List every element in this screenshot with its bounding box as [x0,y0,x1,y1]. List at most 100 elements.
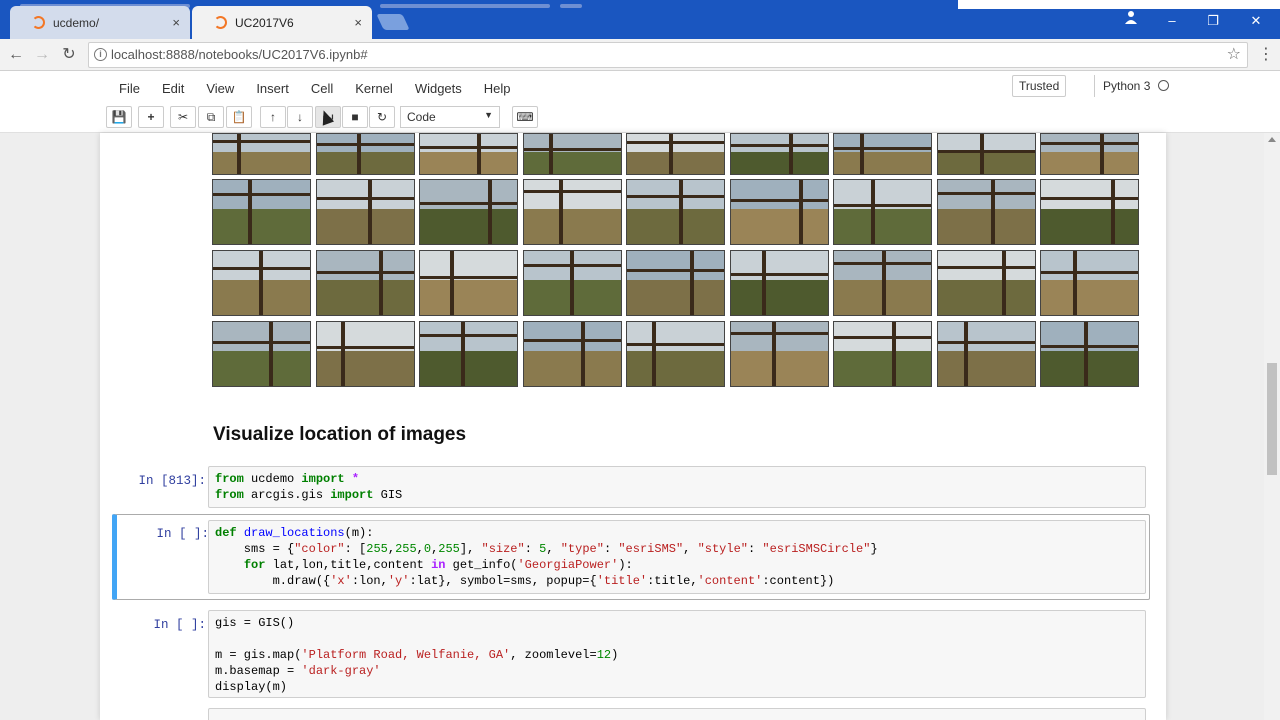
url-text: localhost:8888/notebooks/UC2017V6.ipynb# [111,47,368,62]
minimize-button[interactable]: – [1162,13,1182,28]
tab-title: UC2017V6 [235,15,294,30]
image-thumbnail [419,321,518,387]
menubar: File Edit View Insert Cell Kernel Widget… [108,75,522,103]
image-thumbnail [936,321,1036,387]
code-input[interactable]: def draw_locations(m): sms = {"color": [… [208,520,1146,594]
info-icon[interactable]: i [94,48,107,61]
image-thumbnail [419,179,518,245]
close-icon[interactable]: × [172,15,180,30]
image-thumbnail [626,133,725,175]
paste-button[interactable]: 📋 [226,106,252,128]
image-thumbnail [212,321,311,387]
image-thumbnail [729,321,829,387]
image-thumbnail [729,179,829,245]
image-thumbnail [522,321,622,387]
image-thumbnail [212,133,311,175]
image-thumbnail [729,250,829,316]
copy-button[interactable]: ⧉ [198,106,224,128]
code-cell-partial[interactable] [114,708,1152,720]
vertical-scrollbar[interactable] [1264,133,1280,720]
scroll-thumb[interactable] [1267,363,1277,475]
code-cell[interactable]: In [ ]: gis = GIS() m = gis.map('Platfor… [114,610,1152,698]
cell-type-select[interactable]: Code ▼ [400,106,500,128]
menu-kernel[interactable]: Kernel [344,75,404,103]
chevron-down-icon: ▼ [484,110,493,120]
menu-widgets[interactable]: Widgets [404,75,473,103]
code-cell[interactable]: In [813]: from ucdemo import * from arcg… [114,466,1152,508]
new-tab-button[interactable] [376,14,410,30]
image-thumbnail [522,250,622,316]
image-thumbnail [522,133,622,175]
kernel-name: Python 3 [1094,75,1150,97]
image-thumbnail [419,250,518,316]
move-down-button[interactable]: ↓ [287,106,313,128]
image-thumbnail [626,179,725,245]
image-thumbnail [419,133,518,175]
image-thumbnail [1040,321,1139,387]
image-thumbnail [833,133,932,175]
close-icon[interactable]: × [354,15,362,30]
browser-tab-bar: ucdemo/ × UC2017V6 × – ❐ ✕ [0,0,1280,39]
image-thumbnail [626,321,725,387]
stop-button[interactable]: ■ [342,106,368,128]
image-thumbnail [315,321,415,387]
menu-insert[interactable]: Insert [245,75,300,103]
image-thumbnail [212,179,311,245]
code-input[interactable] [208,708,1146,720]
menu-view[interactable]: View [195,75,245,103]
section-heading: Visualize location of images [213,424,467,445]
image-thumbnail [315,179,415,245]
menu-file[interactable]: File [108,75,151,103]
menu-help[interactable]: Help [473,75,522,103]
code-input[interactable]: gis = GIS() m = gis.map('Platform Road, … [208,610,1146,698]
image-thumbnail [1040,250,1139,316]
image-thumbnail [833,179,932,245]
jupyter-favicon-icon [214,16,227,29]
tab-strip-decoration [560,4,582,8]
image-thumbnail [833,250,932,316]
image-thumbnail [729,133,829,175]
cell-prompt: In [813]: [138,474,206,488]
cell-prompt: In [ ]: [156,527,209,541]
code-cell-selected[interactable]: In [ ]: def draw_locations(m): sms = {"c… [112,514,1150,600]
cut-button[interactable]: ✂ [170,106,196,128]
menu-cell[interactable]: Cell [300,75,344,103]
trusted-indicator[interactable]: Trusted [1012,75,1067,97]
star-icon[interactable]: ☆ [1227,43,1241,67]
image-thumbnail [212,250,311,316]
browser-menu-icon[interactable]: ⋮ [1258,44,1274,64]
scroll-up-icon[interactable] [1268,137,1276,142]
image-thumbnail [936,250,1036,316]
save-button[interactable]: 💾 [106,106,132,128]
reload-button[interactable]: ↻ [57,43,81,67]
image-thumbnail [936,133,1036,175]
address-bar[interactable]: i localhost:8888/notebooks/UC2017V6.ipyn… [88,42,1248,68]
window-close-button[interactable]: ✕ [1246,13,1266,29]
image-thumbnail [1040,179,1139,245]
image-thumbnail [522,179,622,245]
jupyter-header: File Edit View Insert Cell Kernel Widget… [0,71,1280,133]
back-button[interactable]: ← [4,43,28,67]
image-thumbnail [833,321,932,387]
person-icon[interactable] [1124,10,1138,24]
code-input[interactable]: from ucdemo import * from arcgis.gis imp… [208,466,1146,508]
browser-toolbar: ← → ↻ i localhost:8888/notebooks/UC2017V… [0,39,1280,71]
image-thumbnail [936,179,1036,245]
tab-uc2017v6[interactable]: UC2017V6 × [192,6,372,39]
restart-button[interactable]: ↻ [369,106,395,128]
profile-area [958,0,1280,9]
menu-edit[interactable]: Edit [151,75,195,103]
image-thumbnail [315,250,415,316]
forward-button[interactable]: → [30,43,54,67]
add-cell-button[interactable]: + [138,106,164,128]
cell-type-value: Code [407,110,436,124]
tab-ucdemo[interactable]: ucdemo/ × [10,6,190,39]
keyboard-shortcuts-button[interactable]: ⌨ [512,106,538,128]
image-thumbnail [626,250,725,316]
move-up-button[interactable]: ↑ [260,106,286,128]
jupyter-favicon-icon [32,16,45,29]
image-thumbnail [315,133,415,175]
cell-prompt: In [ ]: [153,618,206,632]
kernel-idle-icon [1158,80,1169,91]
restore-button[interactable]: ❐ [1203,13,1223,29]
